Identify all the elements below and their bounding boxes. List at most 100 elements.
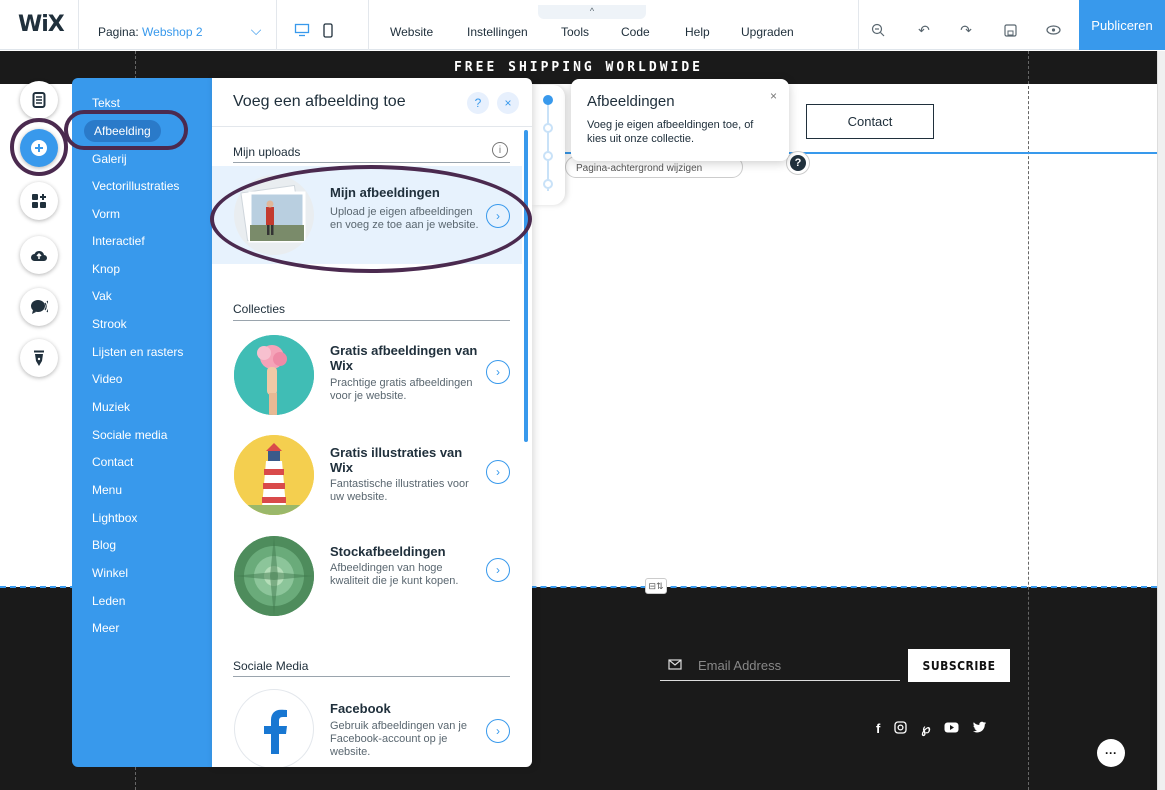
list-item-stock-images[interactable]: Stockafbeeldingen Afbeeldingen van hoge … bbox=[212, 534, 522, 624]
redo-icon[interactable]: ↷ bbox=[956, 20, 976, 40]
category-vectorillustraties[interactable]: Vectorillustraties bbox=[92, 179, 179, 193]
menu-website[interactable]: Website bbox=[390, 25, 433, 39]
category-strook[interactable]: Strook bbox=[92, 317, 127, 331]
category-tekst[interactable]: Tekst bbox=[92, 96, 120, 110]
list-item-facebook[interactable]: Facebook Gebruik afbeeldingen van je Fac… bbox=[212, 683, 522, 767]
menu-upgraden[interactable]: Upgraden bbox=[741, 25, 794, 39]
category-meer[interactable]: Meer bbox=[92, 621, 119, 635]
section-my-uploads: Mijn uploads bbox=[233, 145, 301, 159]
menu-help[interactable]: Help bbox=[685, 25, 710, 39]
item-title: Facebook bbox=[330, 701, 391, 716]
slider-dot[interactable] bbox=[543, 151, 553, 161]
category-lightbox[interactable]: Lightbox bbox=[92, 511, 137, 525]
help-button[interactable]: ? bbox=[786, 151, 810, 175]
help-icon[interactable]: ? bbox=[467, 92, 489, 114]
pages-menu-icon[interactable] bbox=[20, 81, 58, 119]
list-item-free-wix-images[interactable]: Gratis afbeeldingen van Wix Prachtige gr… bbox=[212, 331, 522, 421]
section-slider[interactable] bbox=[532, 85, 565, 205]
category-winkel[interactable]: Winkel bbox=[92, 566, 128, 580]
editor-topbar: WiX Pagina: Webshop 2 ⌵ ^ Website Instel… bbox=[0, 0, 1165, 50]
publish-button[interactable]: Publiceren bbox=[1079, 0, 1165, 50]
info-icon[interactable]: i bbox=[492, 142, 508, 158]
site-contact-button[interactable]: Contact bbox=[806, 104, 934, 139]
category-galerij[interactable]: Galerij bbox=[92, 152, 127, 166]
instagram-icon[interactable] bbox=[894, 721, 907, 737]
category-sociale-media[interactable]: Sociale media bbox=[92, 428, 167, 442]
tools-toggle[interactable]: ^ bbox=[538, 5, 646, 19]
section-social-media: Sociale Media bbox=[233, 659, 309, 673]
section-divider bbox=[233, 676, 510, 677]
category-blog[interactable]: Blog bbox=[92, 538, 116, 552]
gridline-right bbox=[1028, 51, 1029, 790]
chat-bubble-icon[interactable]: ··· bbox=[1097, 739, 1125, 767]
strip-resize-handle[interactable]: ⊟⇅ bbox=[645, 578, 667, 594]
chevron-down-icon[interactable]: ⌵ bbox=[246, 20, 266, 40]
slider-dot[interactable] bbox=[543, 123, 553, 133]
item-title: Gratis afbeeldingen van Wix bbox=[330, 343, 478, 373]
category-contact[interactable]: Contact bbox=[92, 455, 133, 469]
tooltip-text: Voeg je eigen afbeeldingen toe, of kies … bbox=[587, 119, 754, 145]
category-vorm[interactable]: Vorm bbox=[92, 207, 120, 221]
category-video[interactable]: Video bbox=[92, 372, 122, 386]
menu-code[interactable]: Code bbox=[621, 25, 650, 39]
chevron-right-icon[interactable]: › bbox=[486, 460, 510, 484]
chevron-right-icon[interactable]: › bbox=[486, 719, 510, 743]
item-description: Prachtige gratis afbeeldingen voor je we… bbox=[330, 377, 473, 402]
category-vak[interactable]: Vak bbox=[92, 289, 112, 303]
slider-dot[interactable] bbox=[543, 179, 553, 189]
twitter-icon[interactable] bbox=[973, 721, 987, 737]
youtube-icon[interactable] bbox=[944, 721, 959, 737]
highlight-ring-my-images bbox=[210, 165, 532, 273]
blog-pen-icon[interactable] bbox=[20, 339, 58, 377]
page-selector[interactable]: Pagina: Webshop 2 bbox=[98, 25, 203, 39]
images-tooltip: × Afbeeldingen Voeg je eigen afbeeldinge… bbox=[571, 79, 789, 161]
panel-divider bbox=[212, 126, 532, 127]
menu-tools[interactable]: Tools bbox=[561, 25, 589, 39]
divider bbox=[858, 0, 859, 50]
tooltip-title: Afbeeldingen bbox=[587, 93, 675, 110]
slider-dot-active[interactable] bbox=[543, 95, 553, 105]
subscribe-button[interactable]: SUBSCRIBE bbox=[908, 649, 1010, 682]
category-lijsten-en-rasters[interactable]: Lijsten en rasters bbox=[92, 345, 183, 359]
category-muziek[interactable]: Muziek bbox=[92, 400, 130, 414]
media-upload-icon[interactable] bbox=[20, 236, 58, 274]
category-interactief[interactable]: Interactief bbox=[92, 234, 145, 248]
divider bbox=[78, 0, 79, 50]
facebook-icon bbox=[234, 689, 314, 767]
envelope-icon bbox=[668, 658, 682, 673]
item-description: Gebruik afbeeldingen van je Facebook-acc… bbox=[330, 720, 467, 758]
pinterest-icon[interactable]: ℘ bbox=[921, 721, 930, 737]
chat-icon[interactable] bbox=[20, 288, 58, 326]
add-category-list: Tekst Afbeelding Galerij Vectorillustrat… bbox=[72, 78, 212, 767]
social-links: f ℘ bbox=[876, 721, 987, 737]
close-icon[interactable]: × bbox=[497, 92, 519, 114]
category-leden[interactable]: Leden bbox=[92, 594, 125, 608]
chevron-right-icon[interactable]: › bbox=[486, 360, 510, 384]
canvas-scrollbar[interactable] bbox=[1157, 51, 1165, 790]
email-underline bbox=[660, 680, 900, 681]
page-label: Pagina: bbox=[98, 25, 139, 39]
desktop-icon[interactable] bbox=[292, 20, 312, 40]
undo-icon[interactable]: ↶ bbox=[914, 20, 934, 40]
section-collections: Collecties bbox=[233, 302, 286, 316]
menu-instellingen[interactable]: Instellingen bbox=[467, 25, 528, 39]
mobile-icon[interactable] bbox=[318, 20, 338, 40]
preview-eye-icon[interactable] bbox=[1043, 20, 1063, 40]
chevron-right-icon[interactable]: › bbox=[486, 558, 510, 582]
category-menu[interactable]: Menu bbox=[92, 483, 122, 497]
category-knop[interactable]: Knop bbox=[92, 262, 120, 276]
wix-logo[interactable]: WiX bbox=[18, 12, 65, 37]
highlight-ring-afbeelding bbox=[64, 110, 188, 150]
app-market-icon[interactable] bbox=[20, 182, 58, 220]
save-icon[interactable] bbox=[1000, 20, 1020, 40]
item-title: Stockafbeeldingen bbox=[330, 544, 446, 559]
free-images-thumbnail bbox=[234, 335, 314, 415]
email-input[interactable]: Email Address bbox=[698, 658, 781, 673]
panel-scrollbar[interactable] bbox=[524, 130, 528, 442]
list-item-free-wix-illustrations[interactable]: Gratis illustraties van Wix Fantastische… bbox=[212, 433, 522, 523]
facebook-icon[interactable]: f bbox=[876, 721, 880, 737]
close-icon[interactable]: × bbox=[770, 89, 777, 103]
zoom-out-icon[interactable] bbox=[868, 20, 888, 40]
question-icon: ? bbox=[790, 155, 806, 171]
divider bbox=[368, 0, 369, 50]
